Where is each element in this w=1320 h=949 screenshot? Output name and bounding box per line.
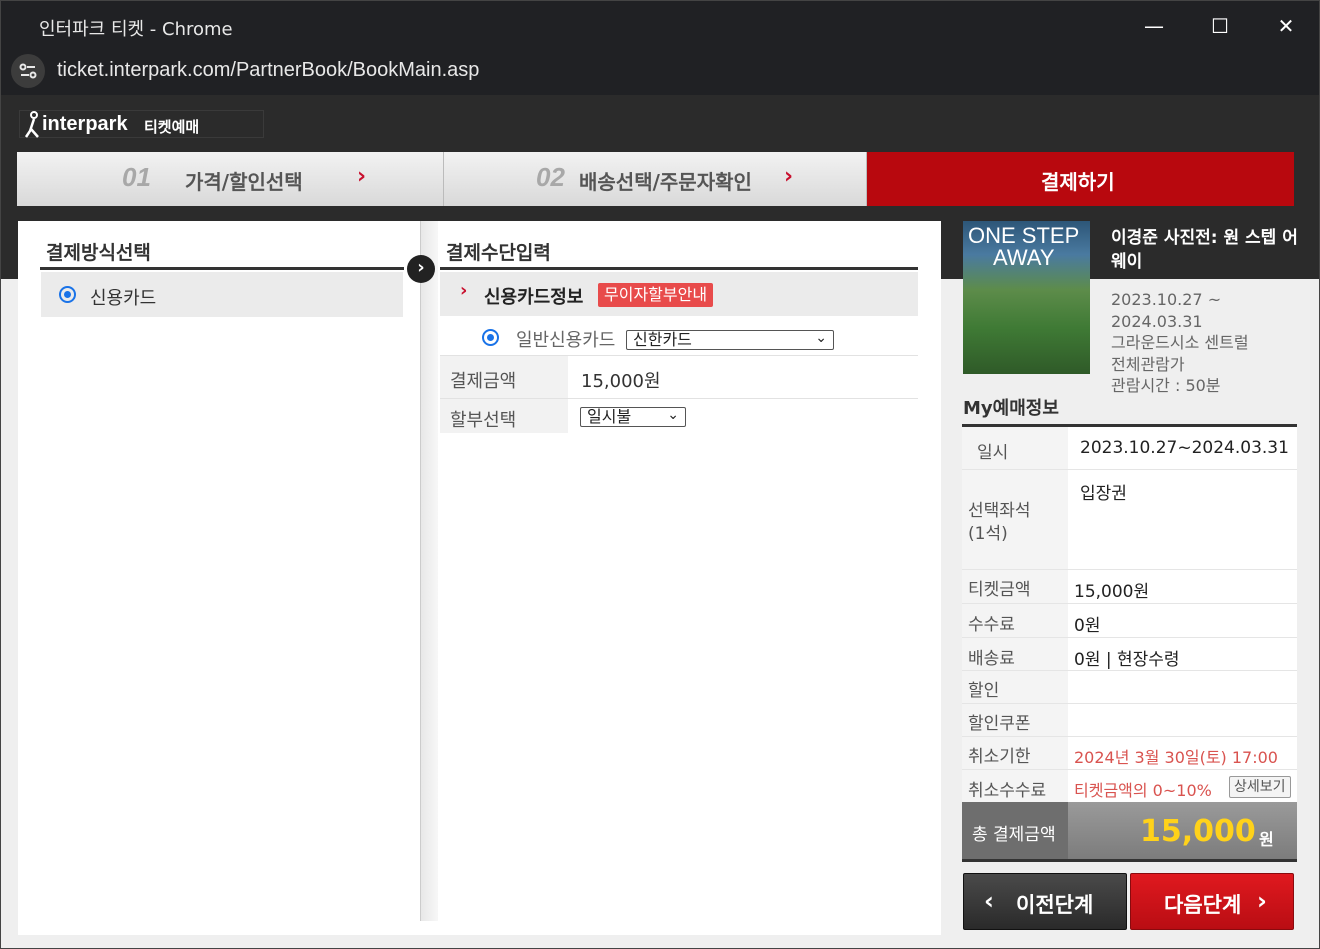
chevron-down-icon: ⌄ [815,330,827,346]
booking-content: 결제방식선택 신용카드 › 결제수단입력 › 신용카드정보 무이자할부안내 일반… [18,221,941,935]
prev-step-label: 이전단계 [1016,893,1094,917]
chevron-left-icon: ‹ [984,887,994,915]
info-value: 15,000원 [1074,582,1150,602]
logo-brand: interpark [42,113,128,135]
installment-value: 일시불 [587,407,632,426]
info-row-date: 일시 2023.10.27~2024.03.31 [962,427,1297,470]
step-arrow-icon: › [784,164,794,189]
step-label: 가격/할인선택 [185,170,303,194]
chevron-right-icon: › [1257,887,1267,915]
close-button[interactable]: ✕ [1268,11,1304,41]
info-row-seat: 선택좌석 (1석) 입장권 [962,470,1297,570]
interest-free-badge[interactable]: 무이자할부안내 [598,283,714,307]
step-label: 결제하기 [1041,170,1115,194]
url-text[interactable]: ticket.interpark.com/PartnerBook/BookMai… [57,59,479,82]
address-bar: ticket.interpark.com/PartnerBook/BookMai… [1,51,1319,95]
show-venue: 그라운드시소 센트럴 [1111,333,1249,352]
card-company-value: 신한카드 [633,330,692,349]
interpark-logo[interactable]: interpark 티켓예매 [19,110,264,138]
info-key: 할인 [968,681,1000,701]
info-key: 취소기한 [968,747,1031,767]
show-runtime: 관람시간 : 50분 [1111,376,1221,395]
step-label: 배송선택/주문자확인 [579,170,752,194]
payment-method-column: 결제방식선택 신용카드 [18,221,420,935]
show-rating: 전체관람가 [1111,354,1185,374]
show-title: 이경준 사진전: 원 스텝 어웨이 [1111,228,1298,272]
card-company-select[interactable]: 신한카드 ⌄ [626,330,834,350]
booking-info-table: 일시 2023.10.27~2024.03.31 선택좌석 (1석) 입장권 티… [962,424,1297,805]
maximize-button[interactable]: ☐ [1202,11,1238,41]
info-value: 티켓금액의 0~10% [1074,781,1212,800]
window-title: 인터파크 티켓 - Chrome [39,19,233,40]
step-price-discount: 01 가격/할인선택 › [17,152,444,206]
amount-label: 결제금액 [450,371,517,392]
general-card-label: 일반신용카드 [516,330,616,351]
info-row-cancel-deadline: 취소기한 2024년 3월 30일(토) 17:00 [962,737,1297,770]
info-row-discount: 할인 [962,671,1297,704]
info-key: 티켓금액 [968,580,1031,600]
show-dates: 2023.10.27 ~ 2024.03.31 [1111,290,1222,331]
browser-window: 인터파크 티켓 - Chrome — ☐ ✕ ticket.interpark.… [0,0,1320,949]
installment-select[interactable]: 일시불 ⌄ [580,407,686,427]
info-value: 입장권 [1080,484,1127,504]
credit-card-info-label: 신용카드정보 [484,287,584,308]
total-unit: 원 [1259,830,1274,849]
info-key: 취소수수료 [968,781,1047,801]
info-key: 일시 [977,443,1009,463]
chevron-right-icon: › [460,280,468,301]
info-value: 0원 [1074,616,1101,636]
next-step-label: 다음단계 [1164,893,1242,917]
info-key: 수수료 [968,615,1015,635]
detail-view-button[interactable]: 상세보기 [1229,776,1291,798]
info-row-shipping: 배송료 0원 | 현장수령 [962,638,1297,671]
divider [440,267,918,270]
next-arrow-icon: › [407,255,435,283]
show-info: 2023.10.27 ~ 2024.03.31 그라운드시소 센트럴 전체관람가… [1111,289,1249,397]
payment-input-column: 결제수단입력 › 신용카드정보 무이자할부안내 일반신용카드 신한카드 ⌄ 결제… [438,221,941,935]
total-label: 총 결제금액 [962,802,1068,859]
credit-card-info-header: › 신용카드정보 무이자할부안내 [440,272,918,316]
prev-step-button[interactable]: ‹ 이전단계 [963,873,1127,930]
person-icon [24,111,39,138]
step-number: 02 [536,162,565,192]
my-booking-title: My예매정보 [963,398,1059,419]
credit-card-label: 신용카드 [90,288,157,309]
payment-input-title: 결제수단입력 [446,242,551,264]
next-step-button[interactable]: 다음단계 › [1130,873,1294,930]
site-settings-icon[interactable] [11,54,45,88]
total-value: 15,000 [1140,814,1256,849]
credit-card-radio[interactable] [59,286,76,303]
divider [40,267,404,270]
info-row-coupon: 할인쿠폰 [962,704,1297,737]
total-amount-row: 총 결제금액 15,000 원 [962,802,1297,862]
info-value: 2023.10.27~2024.03.31 [1080,438,1289,458]
installment-label: 할부선택 [450,410,517,431]
poster-title-line2: AWAY [993,245,1055,270]
general-card-radio[interactable] [482,329,499,346]
amount-value: 15,000원 [581,371,661,392]
show-poster: ONE STEP AWAY [963,221,1090,374]
step-arrow-icon: › [357,164,367,189]
step-payment: 결제하기 [867,152,1294,206]
booking-sidebar: ONE STEP AWAY 이경준 사진전: 원 스텝 어웨이 2023.10.… [941,221,1309,935]
info-row-price: 티켓금액 15,000원 [962,570,1297,604]
title-bar: 인터파크 티켓 - Chrome — ☐ ✕ [1,1,1319,51]
info-value: 2024년 3월 30일(토) 17:00 [1074,748,1278,767]
minimize-button[interactable]: — [1136,11,1172,41]
step-number: 01 [122,162,151,192]
payment-option-credit-card[interactable]: 신용카드 [41,272,403,317]
info-key: 할인쿠폰 [968,714,1031,734]
info-row-cancel-fee: 취소수수료 티켓금액의 0~10% 상세보기 [962,770,1297,805]
info-key: 배송료 [968,649,1015,669]
payment-method-title: 결제방식선택 [46,242,151,264]
chevron-down-icon: ⌄ [667,407,679,423]
logo-sub: 티켓예매 [144,119,200,136]
info-row-fee: 수수료 0원 [962,604,1297,638]
step-delivery-confirm: 02 배송선택/주문자확인 › [444,152,867,206]
info-value: 0원 | 현장수령 [1074,650,1180,670]
info-key: 선택좌석 [968,501,1031,521]
column-separator [420,221,438,921]
info-key-sub: (1석) [968,524,1008,544]
step-progress: 01 가격/할인선택 › 02 배송선택/주문자확인 › 결제하기 [17,152,1294,206]
